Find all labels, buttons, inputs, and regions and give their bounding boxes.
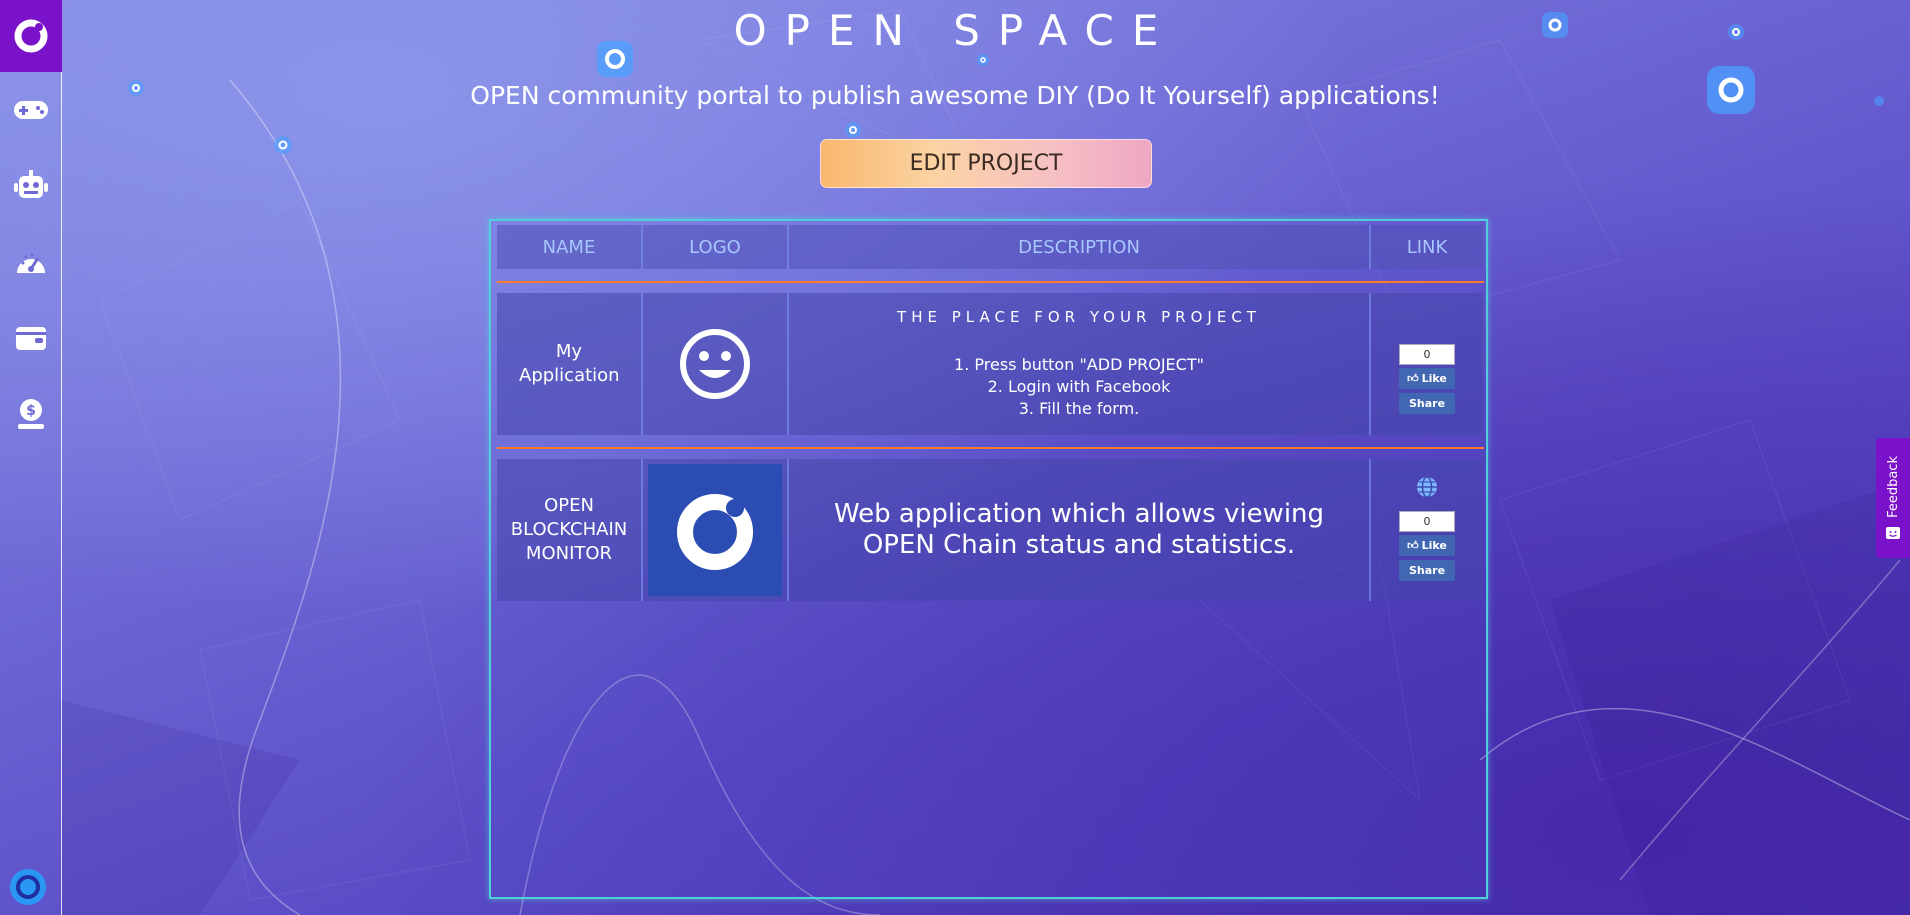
step-item: 2. Login with Facebook (987, 377, 1171, 396)
like-label: Like (1421, 372, 1447, 385)
project-link-cell: 0 👍︎ Like Share (1371, 293, 1483, 435)
sidebar-item-robot[interactable] (0, 148, 62, 224)
page-subtitle: OPEN community portal to publish awesome… (470, 81, 1440, 110)
sidebar-item-earnings[interactable]: $ (0, 376, 62, 452)
thumbs-up-icon: 👍︎ (1407, 539, 1419, 552)
row-separator (497, 281, 1484, 283)
feedback-label: Feedback (1885, 456, 1901, 518)
globe-icon[interactable] (1415, 475, 1439, 499)
feedback-smile-icon (1886, 526, 1900, 539)
project-name: My Application (519, 341, 620, 386)
floating-dot (274, 136, 292, 154)
project-description-cell: Web application which allows viewing OPE… (789, 459, 1371, 601)
like-count: 0 (1399, 344, 1455, 365)
project-name-cell: My Application (497, 293, 643, 435)
facebook-share-button[interactable]: Share (1399, 393, 1455, 414)
money-hand-icon: $ (18, 399, 44, 429)
column-header-logo: LOGO (643, 225, 789, 269)
floating-dot (845, 122, 861, 138)
like-count: 0 (1399, 511, 1455, 532)
project-logo-cell (643, 459, 789, 601)
column-header-description: DESCRIPTION (789, 225, 1371, 269)
project-description: Web application which allows viewing OPE… (833, 499, 1325, 560)
sidebar-item-dashboard[interactable] (0, 224, 62, 300)
facebook-like-button[interactable]: 👍︎ Like (1399, 535, 1455, 556)
description-steps: 1. Press button "ADD PROJECT" 2. Login w… (954, 354, 1204, 420)
edit-project-button[interactable]: EDIT PROJECT (820, 139, 1152, 188)
table-row: OPEN BLOCKCHAIN MONITOR Web application … (497, 459, 1483, 601)
column-header-link: LINK (1371, 225, 1483, 269)
project-description-cell: THE PLACE FOR YOUR PROJECT 1. Press butt… (789, 293, 1371, 435)
step-item: 1. Press button "ADD PROJECT" (954, 355, 1204, 374)
thumbs-up-icon: 👍︎ (1407, 372, 1419, 385)
project-logo (648, 464, 782, 596)
table-header: NAME LOGO DESCRIPTION LINK (497, 225, 1483, 269)
step-item: 3. Fill the form. (1018, 399, 1140, 418)
facebook-like-button[interactable]: 👍︎ Like (1399, 368, 1455, 389)
speedometer-icon (17, 253, 45, 273)
wallet-icon (16, 327, 46, 350)
project-name-cell: OPEN BLOCKCHAIN MONITOR (497, 459, 643, 601)
page-title: OPEN SPACE (733, 6, 1177, 55)
description-heading: THE PLACE FOR YOUR PROJECT (897, 308, 1261, 326)
robot-icon (14, 170, 48, 198)
project-name: OPEN BLOCKCHAIN MONITOR (510, 495, 628, 564)
open-circle-icon (10, 869, 46, 905)
column-header-name: NAME (497, 225, 643, 269)
row-separator (497, 447, 1484, 449)
open-token-badge[interactable] (8, 867, 48, 907)
project-link-cell: 0 👍︎ Like Share (1371, 459, 1483, 601)
sidebar-item-wallet[interactable] (0, 300, 62, 376)
table-row: My Application THE PLACE FOR YOUR PROJEC… (497, 293, 1483, 435)
sidebar: $ (0, 0, 62, 915)
projects-table: NAME LOGO DESCRIPTION LINK My Applicatio… (489, 219, 1488, 899)
smiley-icon (680, 329, 750, 399)
facebook-share-button[interactable]: Share (1399, 560, 1455, 581)
feedback-tab[interactable]: Feedback (1876, 438, 1910, 558)
project-logo-cell (643, 293, 789, 435)
svg-text:$: $ (26, 403, 36, 419)
open-logo-icon (677, 494, 753, 570)
like-label: Like (1421, 539, 1447, 552)
